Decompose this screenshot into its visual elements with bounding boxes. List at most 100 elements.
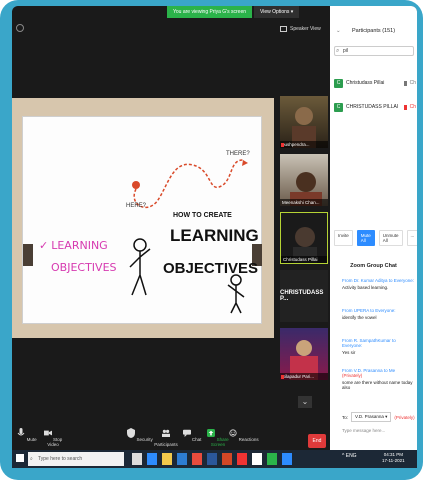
- chat-label: Chat: [191, 437, 202, 442]
- chat-sender: From Dr. Kumar Aditya to Everyone:: [342, 278, 416, 283]
- share-screen-label: Share Screen: [210, 437, 229, 447]
- arrow-head-icon: [242, 160, 248, 166]
- video-tile-name: Silapadur Pari...: [280, 373, 328, 380]
- participant-search-input[interactable]: ⌕ pil: [334, 46, 414, 56]
- invite-button[interactable]: Invite: [334, 230, 353, 246]
- participants-title: Participants (151): [351, 28, 396, 34]
- task-view-icon[interactable]: [132, 453, 142, 465]
- private-tag: (Privately): [342, 373, 363, 378]
- avatar: C: [334, 102, 343, 112]
- video-camera-icon: [43, 430, 52, 436]
- chat-sender: From V.D. Prasanna to Me (Privately): [342, 368, 416, 378]
- more-button[interactable]: ...: [406, 230, 417, 246]
- shield-icon: [127, 428, 136, 438]
- screen-share-banner: You are viewing Priya G's screen View Op…: [167, 6, 300, 18]
- binder-tab-left: [23, 244, 33, 266]
- video-tile-name-only[interactable]: CHRISTUDASS P...: [280, 270, 328, 322]
- chrome-icon[interactable]: [192, 453, 202, 465]
- chat-message: From V.D. Prasanna to Me (Privately) som…: [342, 368, 416, 390]
- zoom-window: You are viewing Priya G's screen View Op…: [12, 6, 417, 468]
- chat-recipient: To: V.D. Prasanna ▾ (Privately): [342, 412, 415, 422]
- participant-name: CHRISTUDASS PILLAI: [346, 104, 399, 110]
- video-tile[interactable]: Silapadur Pari...: [280, 328, 328, 380]
- chat-sender: From UPERA to Everyone:: [342, 308, 416, 313]
- reactions-button[interactable]: Reactions: [229, 428, 259, 442]
- there-label: THERE?: [226, 151, 250, 157]
- muted-mic-icon: [281, 375, 284, 379]
- private-tag: (Privately): [394, 414, 415, 420]
- taskbar-search-placeholder: Type here to search: [38, 456, 83, 462]
- video-gallery: pushpendra... Meenakshi Chan... Christud…: [274, 92, 330, 422]
- how-to-create-graphic: HERE? THERE? HOW TO CREATE LEARNING OBJE…: [126, 151, 258, 314]
- store-icon[interactable]: [177, 453, 187, 465]
- clock-date: 17-11-2021: [382, 458, 405, 463]
- file-explorer-icon[interactable]: [162, 453, 172, 465]
- chevron-down-icon[interactable]: ⌄: [298, 396, 312, 408]
- chat-icon: [182, 429, 191, 437]
- chat-sender: From R. SampathKumar to Everyone:: [342, 338, 416, 348]
- learning-line1: LEARNING: [51, 239, 108, 252]
- mute-all-button[interactable]: Mute All: [356, 230, 375, 246]
- participant-name: Christudass Pillai: [346, 80, 385, 86]
- info-icon[interactable]: [16, 24, 24, 32]
- reactions-icon: [229, 429, 237, 437]
- video-tile[interactable]: pushpendra...: [280, 96, 328, 148]
- graphic-line3: OBJECTIVES: [163, 260, 258, 277]
- here-label: HERE?: [126, 203, 147, 209]
- system-tray[interactable]: ^ ENG: [342, 453, 357, 459]
- pdf-icon[interactable]: [237, 453, 247, 465]
- microphone-icon: [17, 428, 25, 436]
- video-tile-active[interactable]: Christudass Pillai: [280, 212, 328, 264]
- participant-tag: Ch: [409, 80, 416, 86]
- chat-text: some are there without name today also: [342, 380, 413, 390]
- notepad-icon[interactable]: [252, 453, 262, 465]
- speaker-view-label: Speaker View: [290, 26, 321, 32]
- video-tile[interactable]: Meenakshi Chan...: [280, 154, 328, 206]
- participants-chat-panel: ⌄ Participants (151) ⌕ pil C Christudass…: [330, 6, 417, 456]
- windows-start-icon[interactable]: [16, 454, 24, 462]
- participant-tag: Ch: [409, 104, 416, 110]
- chat-message: From Dr. Kumar Aditya to Everyone: Activ…: [342, 278, 416, 290]
- sender-text: From Dr. Kumar Aditya to Everyone:: [342, 278, 415, 283]
- powerpoint-icon[interactable]: [222, 453, 232, 465]
- taskbar-search-input[interactable]: ⌕ Type here to search: [28, 452, 124, 466]
- edge-icon[interactable]: [147, 453, 157, 465]
- slide-content: ✓ LEARNING OBJECTIVES HERE? THERE? HOW TO…: [22, 116, 262, 324]
- search-value: pil: [343, 48, 349, 54]
- dashed-path-icon: [133, 159, 244, 209]
- stop-video-button[interactable]: Stop Video: [38, 428, 68, 447]
- clock[interactable]: 04:31 PM 17-11-2021: [382, 452, 405, 464]
- learning-line2: OBJECTIVES: [51, 261, 117, 274]
- unmute-all-button[interactable]: Unmute All: [378, 230, 403, 246]
- graphic-line2: LEARNING: [170, 226, 258, 245]
- learning-objectives-text: ✓ LEARNING OBJECTIVES: [39, 235, 117, 279]
- chat-message: From UPERA to Everyone: identify the vow…: [342, 308, 416, 320]
- to-label: To:: [342, 414, 349, 420]
- app-icon[interactable]: [267, 453, 277, 465]
- participant-row[interactable]: C Christudass Pillai Ch: [334, 76, 416, 90]
- search-icon: ⌕: [30, 456, 33, 462]
- graphic-line1: HOW TO CREATE: [173, 212, 232, 219]
- chat-title: Zoom Group Chat: [350, 263, 397, 269]
- view-options-button[interactable]: View Options ▾: [254, 6, 300, 18]
- participant-row[interactable]: C CHRISTUDASS PILLAI Ch: [334, 100, 416, 114]
- microphone-icon: [403, 80, 407, 86]
- video-tile-name: Christudass Pillai: [281, 256, 327, 263]
- participants-header: ⌄ Participants (151): [330, 28, 417, 34]
- mute-label: Mute: [26, 437, 37, 442]
- recipient-select[interactable]: V.D. Prasanna ▾: [351, 412, 392, 422]
- stick-figure-right-icon: [227, 274, 245, 314]
- end-meeting-button[interactable]: End: [308, 434, 326, 448]
- participants-icon: [162, 429, 170, 437]
- video-tile-name: pushpendra...: [280, 141, 328, 148]
- collapse-chevron-icon[interactable]: ⌄: [336, 28, 341, 34]
- sender-text: From UPERA to Everyone:: [342, 308, 396, 313]
- chat-message-input[interactable]: Type message here...: [342, 428, 385, 433]
- speaker-view-button[interactable]: Speaker View: [280, 26, 321, 32]
- windows-taskbar: ⌕ Type here to search ^ ENG 04:31 PM 17-…: [12, 450, 417, 468]
- video-tile-name: Meenakshi Chan...: [280, 199, 328, 206]
- word-icon[interactable]: [207, 453, 217, 465]
- muted-mic-icon: [281, 143, 284, 147]
- zoom-icon[interactable]: [282, 453, 292, 465]
- avatar: C: [334, 78, 343, 88]
